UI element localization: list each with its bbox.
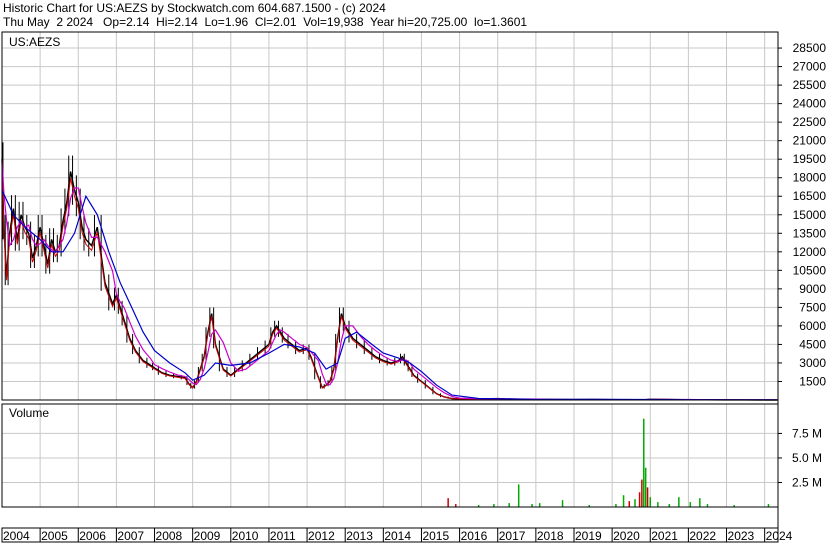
x-tick-label: 2008 [156, 529, 183, 543]
price-y-tick-label: 12000 [793, 245, 827, 259]
x-tick-label: 2012 [308, 529, 335, 543]
x-tick-label: 2009 [194, 529, 221, 543]
x-tick-label: 2014 [384, 529, 411, 543]
volume-panel-frame [1, 403, 779, 508]
volume-y-tick-label: 5.0 M [792, 451, 822, 465]
short-moving-average-line [1, 166, 778, 401]
x-tick-label: 2016 [461, 529, 488, 543]
price-lines [1, 142, 778, 401]
x-tick-label: 2017 [499, 529, 526, 543]
price-y-tick-label: 16500 [793, 189, 827, 203]
volume-bars [447, 418, 770, 507]
x-tick-label: 2019 [575, 529, 602, 543]
price-y-tick-label: 28500 [793, 41, 827, 55]
x-tick-label: 2015 [422, 529, 449, 543]
price-y-tick-label: 7500 [799, 300, 826, 314]
x-tick-label: 2005 [41, 529, 68, 543]
price-grid [2, 32, 778, 400]
price-y-tick-label: 9000 [799, 282, 826, 296]
x-tick-label: 2010 [232, 529, 259, 543]
price-y-tick-label: 22500 [793, 115, 827, 129]
chart-canvas: 2004 2005 2006 2007 2008 2009 2010 2011 2012 2013… [1, 31, 827, 543]
x-tick-label: 2004 [3, 529, 30, 543]
price-y-tick-label: 6000 [799, 319, 826, 333]
price-y-tick-label: 25500 [793, 78, 827, 92]
price-y-tick-label: 24000 [793, 97, 827, 111]
price-y-tick-label: 27000 [793, 60, 827, 74]
volume-grid [2, 404, 778, 507]
x-tick-label: 2006 [79, 529, 106, 543]
price-y-tick-label: 21000 [793, 134, 827, 148]
stock-chart: Historic Chart for US:AEZS by Stockwatch… [0, 0, 830, 543]
x-tick-label: 2013 [346, 529, 373, 543]
axes [1, 31, 782, 543]
price-y-tick-label: 1500 [799, 374, 826, 388]
price-y-tick-label: 18000 [793, 171, 827, 185]
price-y-tick-label: 15000 [793, 208, 827, 222]
volume-panel-label: Volume [9, 406, 49, 420]
price-panel-label: US:AEZS [9, 35, 60, 49]
price-y-tick-label: 4500 [799, 337, 826, 351]
x-tick-label: 2024 [766, 529, 793, 543]
x-tick-label: 2022 [689, 529, 716, 543]
x-tick-label: 2023 [728, 529, 755, 543]
x-tick-label: 2020 [613, 529, 640, 543]
x-tick-label: 2021 [651, 529, 678, 543]
x-tick-label: 2007 [117, 529, 144, 543]
price-y-tick-label: 3000 [799, 356, 826, 370]
price-y-tick-label: 19500 [793, 152, 827, 166]
volume-y-tick-label: 2.5 M [792, 475, 822, 489]
price-y-tick-label: 13500 [793, 226, 827, 240]
price-y-tick-label: 10500 [793, 263, 827, 277]
x-tick-label: 2018 [537, 529, 564, 543]
volume-y-tick-label: 7.5 M [792, 426, 822, 440]
x-tick-label: 2011 [270, 529, 296, 543]
